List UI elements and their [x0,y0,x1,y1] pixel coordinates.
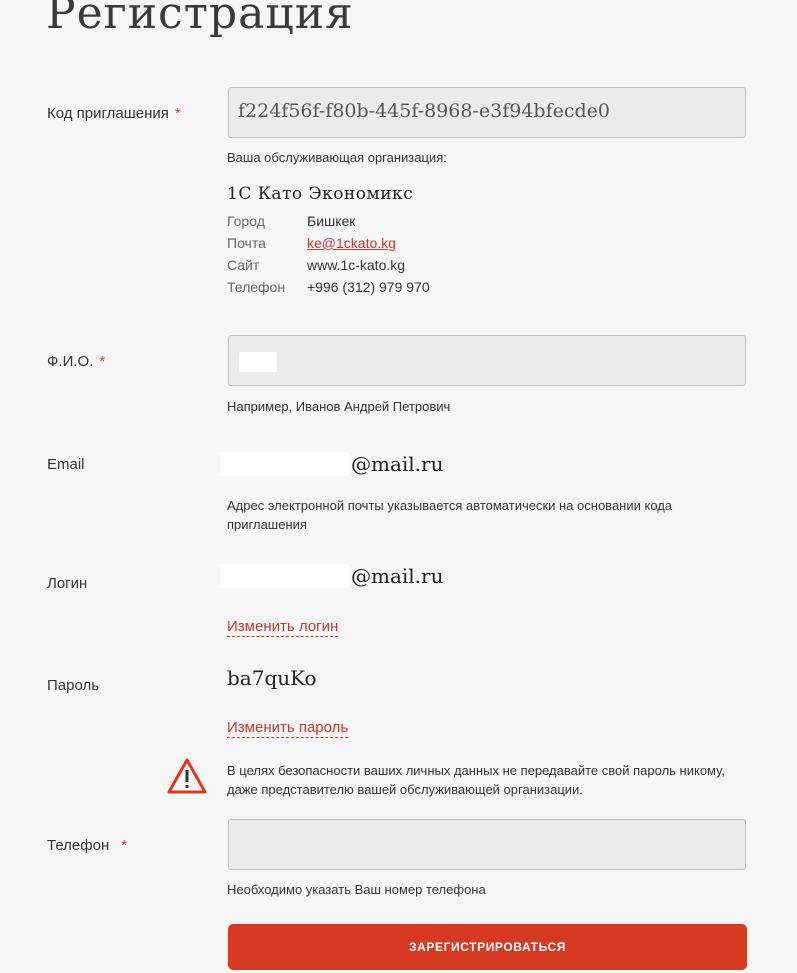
fio-field[interactable] [228,335,746,386]
redacted-fio [239,352,277,372]
org-email-link[interactable]: ke@1ckato.kg [307,235,396,251]
email-label: Email [47,456,85,473]
required-mark: * [174,105,181,122]
fio-label: Ф.И.О. * [47,353,105,370]
org-city: Бишкек [307,213,356,229]
email-hint: Адрес электронной почты указывается авто… [227,498,673,532]
password-value: ba7quKo [227,666,317,690]
security-warning-text: В целях безопасности ваших личных данных… [227,763,725,797]
organization-caption: Ваша обслуживающая организация: [227,150,447,165]
login-label: Логин [47,575,88,592]
org-site: www.1c-kato.kg [307,257,406,273]
required-mark: * [121,837,128,854]
phone-hint: Необходимо указать Ваш номер телефона [227,882,486,897]
page-title: Регистрация [46,0,354,39]
org-phone-label: Телефон [227,279,286,295]
org-site-label: Сайт [227,257,260,273]
password-label: Пароль [47,677,100,694]
change-login-link[interactable]: Изменить логин [227,618,339,637]
phone-label-text: Телефон [47,837,110,854]
fio-label-text: Ф.И.О. [47,353,94,370]
phone-field[interactable] [228,819,746,870]
register-button[interactable]: ЗАРЕГИСТРИРОВАТЬСЯ [228,924,747,970]
warning-triangle-icon [167,758,207,794]
invite-code-value: f224f56f-f80b-445f-8968-e3f94bfecde0 [238,100,611,122]
fio-hint: Например, Иванов Андрей Петрович [227,399,451,414]
redacted-login [221,564,349,588]
org-city-label: Город [227,213,265,229]
org-email-label: Почта [227,235,266,251]
registration-page: Регистрация Код приглашения * f224f56f-f8… [0,0,797,973]
change-password-link[interactable]: Изменить пароль [227,719,349,738]
invite-code-field[interactable]: f224f56f-f80b-445f-8968-e3f94bfecde0 [228,87,746,138]
organization-name: 1С Като Экономикс [227,184,414,204]
invite-code-label: Код приглашения * [47,105,181,122]
phone-label: Телефон * [47,837,127,854]
redacted-email [221,452,349,476]
org-phone: +996 (312) 979 970 [307,279,430,295]
login-domain: @mail.ru [351,564,444,588]
invite-code-label-text: Код приглашения [47,105,169,122]
email-domain: @mail.ru [351,452,444,476]
required-mark: * [99,353,106,370]
